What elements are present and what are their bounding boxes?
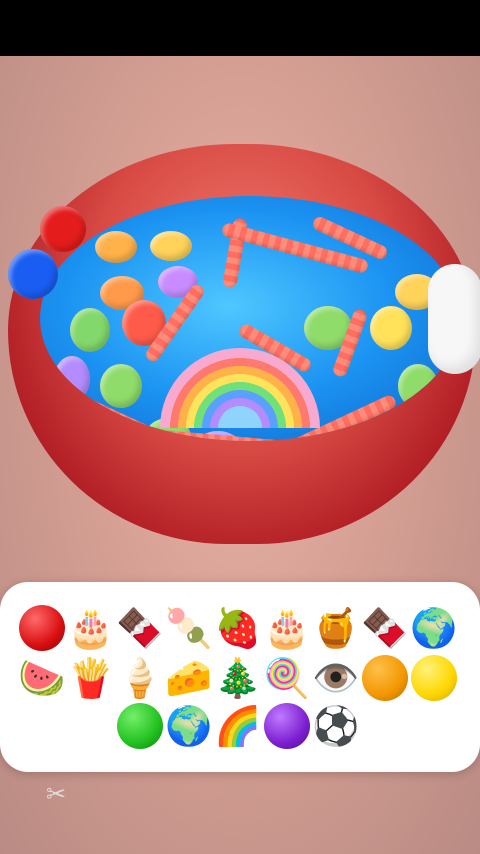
blue-gumball [8, 249, 58, 299]
cake-icon[interactable]: 🎂 [67, 604, 115, 652]
dango-icon[interactable]: 🍡 [165, 604, 213, 652]
christmas-tree-icon[interactable]: 🎄 [214, 654, 262, 702]
soccer-ball-icon[interactable]: ⚽ [312, 702, 360, 750]
ice-cream-icon[interactable]: 🍦 [116, 654, 164, 702]
strawberry-icon[interactable]: 🍓 [214, 604, 262, 652]
green-circle-icon[interactable] [116, 702, 164, 750]
cake-icon[interactable]: 🎂 [263, 604, 311, 652]
red-gumball [40, 206, 86, 252]
fries-icon[interactable]: 🍟 [67, 654, 115, 702]
cheese-icon[interactable]: 🧀 [165, 654, 213, 702]
rainbow-icon[interactable]: 🌈 [214, 702, 262, 750]
capcut-logo-icon: ✂ [45, 780, 67, 808]
emoji-panel: 🎂 🍫 🍡 🍓 🎂 🍯 🍫 🌍 🍉 🍟 🍦 🧀 🎄 🍭 👁️ 🌍 🌈 ⚽ [0, 582, 480, 772]
watermelon-icon[interactable]: 🍉 [18, 654, 66, 702]
orange-circle-icon[interactable] [361, 654, 409, 702]
globe-icon[interactable]: 🌍 [165, 702, 213, 750]
honey-pot-icon[interactable]: 🍯 [312, 604, 360, 652]
lollipop-icon[interactable]: 🍭 [263, 654, 311, 702]
globe-icon[interactable]: 🌍 [410, 604, 458, 652]
top-black-bar [0, 0, 480, 56]
chocolate-icon[interactable]: 🍫 [116, 604, 164, 652]
chocolate-icon[interactable]: 🍫 [361, 604, 409, 652]
eye-icon[interactable]: 👁️ [312, 654, 360, 702]
purple-circle-icon[interactable] [263, 702, 311, 750]
yellow-circle-icon[interactable] [410, 654, 458, 702]
red-circle-icon[interactable] [18, 604, 66, 652]
marshmallow [428, 264, 480, 374]
